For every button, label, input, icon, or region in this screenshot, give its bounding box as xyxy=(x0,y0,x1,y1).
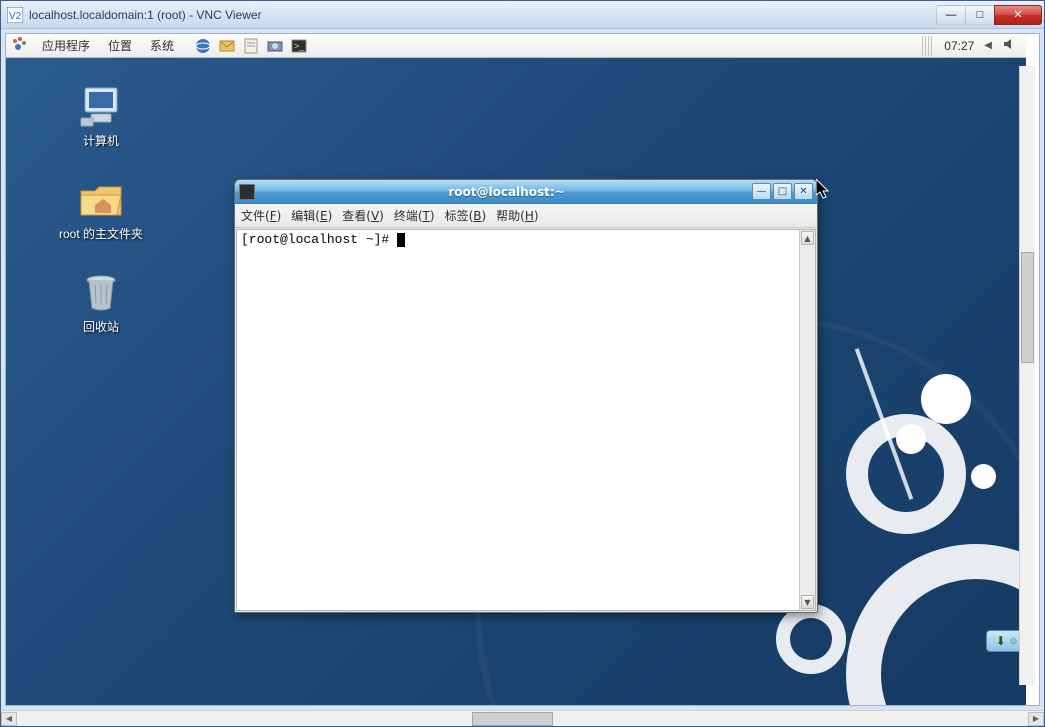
hscroll-right-button[interactable]: ▶ xyxy=(1028,712,1044,726)
wallpaper-swirl xyxy=(776,604,846,674)
vnc-viewer-window: V2 localhost.localdomain:1 (root) - VNC … xyxy=(0,0,1045,727)
svg-text:>_: >_ xyxy=(294,41,305,51)
applications-menu[interactable]: 应用程序 xyxy=(38,35,94,56)
vnc-content-area: 应用程序 位置 系统 >_ 07:27 ◀ xyxy=(5,33,1040,706)
panel-clock[interactable]: 07:27 xyxy=(944,39,974,53)
terminal-maximize-button[interactable]: □ xyxy=(773,183,792,200)
launcher-notes-icon[interactable] xyxy=(240,37,262,55)
places-menu[interactable]: 位置 xyxy=(104,35,136,56)
terminal-scrollbar[interactable]: ▲ ▼ xyxy=(799,230,815,610)
panel-launchers: >_ xyxy=(192,37,310,55)
panel-arrow-left-icon[interactable]: ◀ xyxy=(984,40,992,51)
gnome-foot-icon xyxy=(10,35,28,56)
win7-maximize-button[interactable]: □ xyxy=(965,5,995,25)
terminal-window-controls: — □ ✕ xyxy=(752,183,813,200)
hscroll-left-button[interactable]: ◀ xyxy=(1,712,17,726)
launcher-mail-icon[interactable] xyxy=(216,37,238,55)
wallpaper-swirl xyxy=(846,544,1026,706)
desktop-icons-column: 计算机 root 的主文件夹 回收站 xyxy=(46,84,156,335)
terminal-titlebar[interactable]: root@localhost:~ — □ ✕ xyxy=(235,180,817,204)
terminal-titlebar-icon xyxy=(239,184,255,200)
wallpaper-dot xyxy=(921,374,971,424)
gnome-top-panel: 应用程序 位置 系统 >_ 07:27 ◀ xyxy=(6,34,1026,58)
panel-left-group: 应用程序 位置 系统 >_ xyxy=(10,35,310,56)
terminal-menu-help[interactable]: 帮助(H) xyxy=(496,207,538,224)
terminal-title: root@localhost:~ xyxy=(261,185,752,199)
launcher-terminal-icon[interactable]: >_ xyxy=(288,37,310,55)
hscroll-thumb[interactable] xyxy=(472,712,553,726)
terminal-output[interactable]: [root@localhost ~]# xyxy=(237,230,799,610)
win7-minimize-button[interactable]: — xyxy=(936,5,966,25)
download-arrow-icon: ⬇ xyxy=(996,634,1006,648)
terminal-body-wrap: [root@localhost ~]# ▲ ▼ xyxy=(236,229,816,611)
win7-title-text: localhost.localdomain:1 (root) - VNC Vie… xyxy=(29,8,937,22)
launcher-browser-icon[interactable] xyxy=(192,37,214,55)
win7-window-controls: — □ ✕ xyxy=(937,5,1042,25)
terminal-menu-view[interactable]: 查看(V) xyxy=(342,207,384,224)
wallpaper-dot xyxy=(971,464,996,489)
panel-volume-icon[interactable] xyxy=(1002,37,1016,54)
desktop-icon-trash[interactable]: 回收站 xyxy=(46,270,156,335)
desktop-icon-label: 计算机 xyxy=(83,132,119,149)
launcher-screenshot-icon[interactable] xyxy=(264,37,286,55)
vnc-vscroll-thumb[interactable] xyxy=(1021,252,1034,363)
terminal-close-button[interactable]: ✕ xyxy=(794,183,813,200)
trash-icon xyxy=(77,270,125,314)
terminal-cursor xyxy=(397,233,405,247)
wallpaper-dot xyxy=(896,424,926,454)
home-folder-icon xyxy=(77,177,125,221)
win7-close-button[interactable]: ✕ xyxy=(994,5,1042,25)
panel-right-group: 07:27 ◀ xyxy=(922,36,1022,56)
hscroll-track[interactable] xyxy=(17,712,1028,726)
system-menu[interactable]: 系统 xyxy=(146,35,178,56)
expand-icon: ⊙ xyxy=(1010,636,1018,647)
scroll-down-button[interactable]: ▼ xyxy=(801,595,814,609)
vnc-app-icon: V2 xyxy=(7,7,23,23)
vnc-horizontal-scrollbar[interactable]: ◀ ▶ xyxy=(1,710,1044,726)
scroll-up-button[interactable]: ▲ xyxy=(801,231,814,245)
desktop-icon-label: root 的主文件夹 xyxy=(59,225,143,242)
computer-icon xyxy=(77,84,125,128)
svg-text:V2: V2 xyxy=(9,11,22,22)
vnc-vertical-scrollbar[interactable] xyxy=(1019,66,1035,685)
desktop-icon-computer[interactable]: 计算机 xyxy=(46,84,156,149)
terminal-menu-edit[interactable]: 编辑(E) xyxy=(291,207,332,224)
terminal-prompt: [root@localhost ~]# xyxy=(241,232,397,247)
panel-grip-icon xyxy=(922,36,934,56)
terminal-minimize-button[interactable]: — xyxy=(752,183,771,200)
terminal-menu-terminal[interactable]: 终端(T) xyxy=(394,207,435,224)
desktop-icon-home[interactable]: root 的主文件夹 xyxy=(46,177,156,242)
terminal-menu-tabs[interactable]: 标签(B) xyxy=(445,207,487,224)
terminal-menu-file[interactable]: 文件(F) xyxy=(241,207,281,224)
terminal-menubar: 文件(F) 编辑(E) 查看(V) 终端(T) 标签(B) 帮助(H) xyxy=(235,204,817,228)
win7-titlebar[interactable]: V2 localhost.localdomain:1 (root) - VNC … xyxy=(1,1,1044,29)
terminal-window[interactable]: root@localhost:~ — □ ✕ 文件(F) 编辑(E) 查看(V)… xyxy=(234,179,818,613)
desktop-icon-label: 回收站 xyxy=(83,318,119,335)
gnome-desktop[interactable]: 应用程序 位置 系统 >_ 07:27 ◀ xyxy=(6,34,1026,706)
